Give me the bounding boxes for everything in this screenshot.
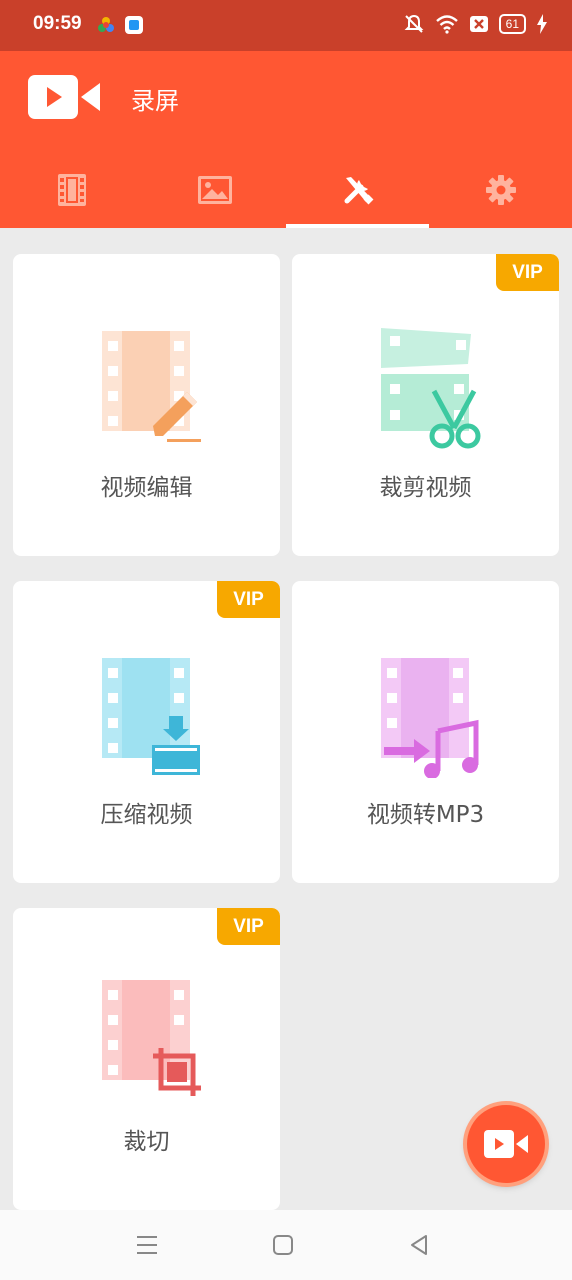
card-video-trim[interactable]: VIP 裁剪视频 xyxy=(292,254,559,556)
menu-icon[interactable] xyxy=(134,1232,160,1258)
wifi-icon xyxy=(435,15,458,34)
home-icon[interactable] xyxy=(270,1232,296,1258)
tools-icon xyxy=(344,176,373,204)
card-video-to-mp3[interactable]: 视频转MP3 xyxy=(292,581,559,883)
card-video-edit[interactable]: 视频编辑 xyxy=(13,254,280,556)
vip-badge: VIP xyxy=(217,908,280,945)
sim-error-icon xyxy=(469,16,488,32)
vip-badge: VIP xyxy=(217,581,280,618)
tab-tools[interactable] xyxy=(286,151,429,228)
video-edit-icon xyxy=(102,331,201,442)
vip-badge: VIP xyxy=(496,254,559,291)
app-notification-icon-2 xyxy=(125,16,143,34)
app-title: 录屏 xyxy=(131,87,179,115)
app-notification-icon xyxy=(98,17,114,32)
video-trim-icon xyxy=(381,328,481,449)
system-nav-bar xyxy=(0,1210,572,1280)
charging-icon xyxy=(537,14,547,34)
image-icon xyxy=(197,175,232,204)
video-to-mp3-icon xyxy=(381,658,479,778)
card-label: 压缩视频 xyxy=(100,802,193,828)
film-icon xyxy=(57,173,86,206)
video-compress-icon xyxy=(102,658,200,775)
card-label: 裁切 xyxy=(123,1129,170,1155)
tab-settings[interactable] xyxy=(429,151,572,228)
card-label: 裁剪视频 xyxy=(379,475,472,501)
app-bar: 录屏 xyxy=(0,51,572,228)
tab-bar xyxy=(0,151,572,228)
status-time: 09:59 xyxy=(33,13,82,34)
status-bar: 09:59 61 xyxy=(0,0,572,51)
back-icon[interactable] xyxy=(406,1232,432,1258)
gear-icon xyxy=(485,174,516,205)
mute-bell-icon xyxy=(404,14,424,33)
battery-level: 61 xyxy=(498,14,526,34)
card-video-compress[interactable]: VIP 压缩视频 xyxy=(13,581,280,883)
card-label: 视频转MP3 xyxy=(366,802,485,828)
crop-icon xyxy=(102,980,201,1096)
video-camera-icon xyxy=(484,1130,528,1158)
tab-videos[interactable] xyxy=(0,151,143,228)
tab-images[interactable] xyxy=(143,151,286,228)
record-fab-button[interactable] xyxy=(467,1105,545,1183)
app-logo-icon xyxy=(28,75,100,119)
card-label: 视频编辑 xyxy=(100,475,193,501)
card-crop[interactable]: VIP 裁切 xyxy=(13,908,280,1210)
